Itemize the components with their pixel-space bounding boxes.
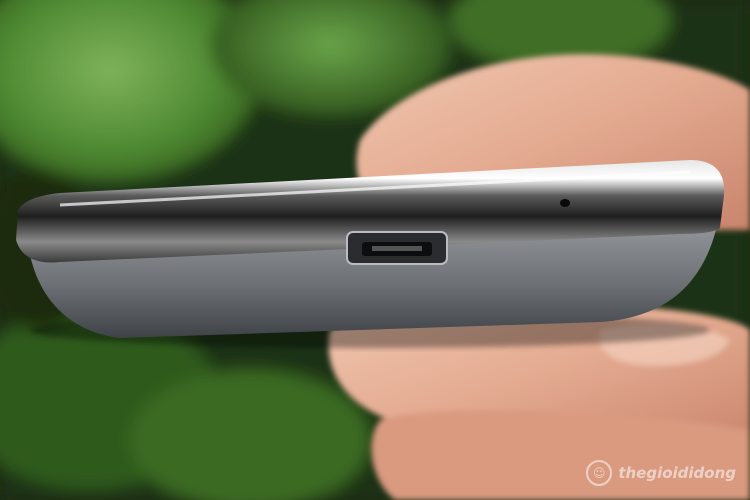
- photo-scene: ☺ thegioididong: [0, 0, 750, 500]
- smiley-logo-icon: ☺: [586, 460, 613, 486]
- watermark-text: thegioididong: [618, 464, 736, 482]
- microphone-hole: [560, 199, 570, 207]
- photo-canvas: [0, 0, 750, 500]
- watermark: ☺ thegioididong: [586, 460, 736, 486]
